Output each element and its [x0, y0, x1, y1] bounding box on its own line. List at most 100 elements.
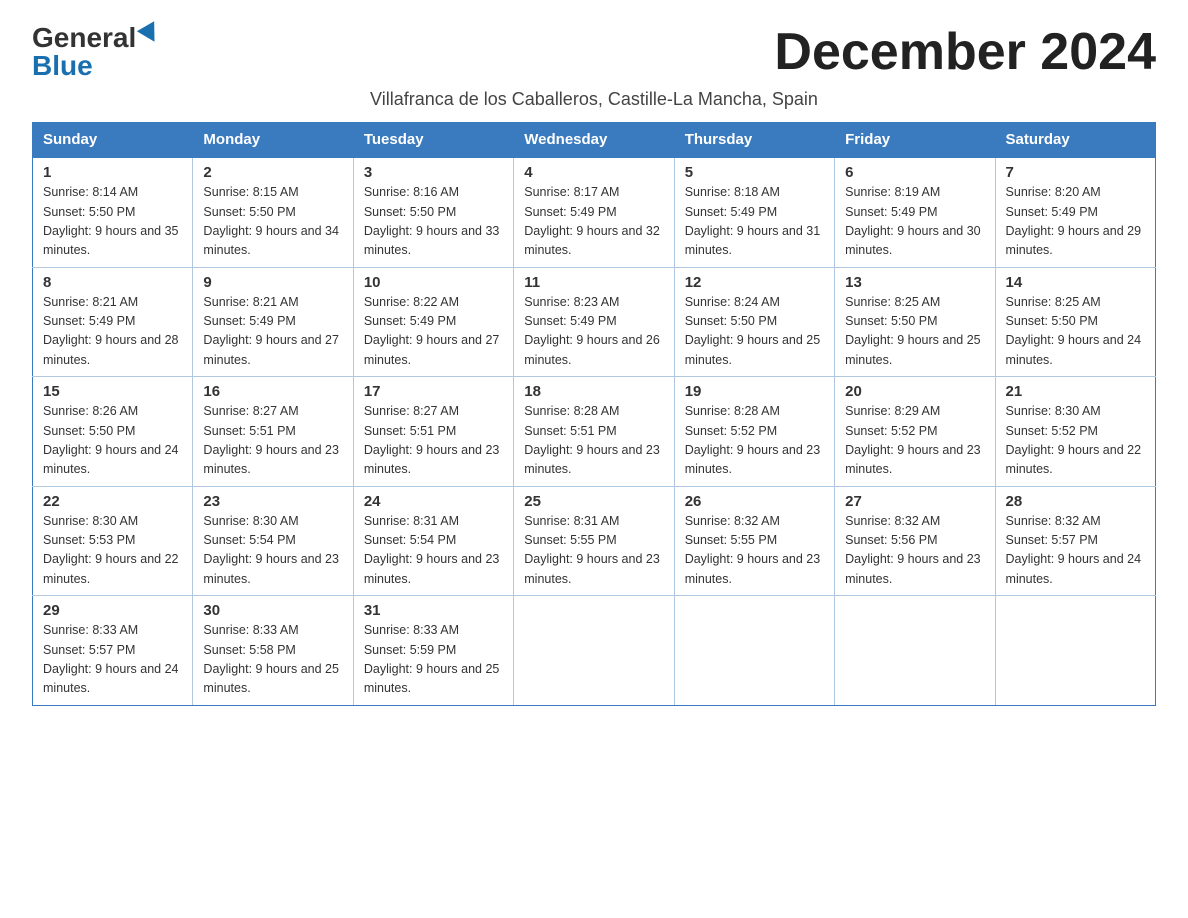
- calendar-cell-week4-day6: 28 Sunrise: 8:32 AMSunset: 5:57 PMDaylig…: [995, 486, 1155, 596]
- calendar-cell-week2-day2: 10 Sunrise: 8:22 AMSunset: 5:49 PMDaylig…: [353, 267, 513, 377]
- logo: General Blue: [32, 24, 160, 80]
- calendar-cell-week5-day5: [835, 596, 995, 706]
- calendar-cell-week4-day3: 25 Sunrise: 8:31 AMSunset: 5:55 PMDaylig…: [514, 486, 674, 596]
- day-info: Sunrise: 8:31 AMSunset: 5:55 PMDaylight:…: [524, 514, 660, 586]
- calendar-week-row-4: 22 Sunrise: 8:30 AMSunset: 5:53 PMDaylig…: [33, 486, 1156, 596]
- month-title: December 2024: [774, 24, 1156, 81]
- day-number: 4: [524, 164, 663, 181]
- logo-blue-text: Blue: [32, 52, 93, 80]
- logo-triangle-icon: [137, 21, 163, 47]
- day-info: Sunrise: 8:29 AMSunset: 5:52 PMDaylight:…: [845, 404, 981, 476]
- day-info: Sunrise: 8:31 AMSunset: 5:54 PMDaylight:…: [364, 514, 500, 586]
- calendar-cell-week3-day3: 18 Sunrise: 8:28 AMSunset: 5:51 PMDaylig…: [514, 377, 674, 487]
- calendar-cell-week2-day0: 8 Sunrise: 8:21 AMSunset: 5:49 PMDayligh…: [33, 267, 193, 377]
- day-info: Sunrise: 8:32 AMSunset: 5:55 PMDaylight:…: [685, 514, 821, 586]
- day-number: 17: [364, 383, 503, 400]
- day-info: Sunrise: 8:17 AMSunset: 5:49 PMDaylight:…: [524, 185, 660, 257]
- day-number: 10: [364, 274, 503, 291]
- day-info: Sunrise: 8:27 AMSunset: 5:51 PMDaylight:…: [203, 404, 339, 476]
- calendar-cell-week2-day5: 13 Sunrise: 8:25 AMSunset: 5:50 PMDaylig…: [835, 267, 995, 377]
- calendar-cell-week4-day4: 26 Sunrise: 8:32 AMSunset: 5:55 PMDaylig…: [674, 486, 834, 596]
- day-number: 30: [203, 602, 342, 619]
- calendar-cell-week4-day5: 27 Sunrise: 8:32 AMSunset: 5:56 PMDaylig…: [835, 486, 995, 596]
- calendar-table: Sunday Monday Tuesday Wednesday Thursday…: [32, 122, 1156, 706]
- day-info: Sunrise: 8:20 AMSunset: 5:49 PMDaylight:…: [1006, 185, 1142, 257]
- day-info: Sunrise: 8:25 AMSunset: 5:50 PMDaylight:…: [845, 295, 981, 367]
- day-number: 22: [43, 493, 182, 510]
- calendar-cell-week4-day0: 22 Sunrise: 8:30 AMSunset: 5:53 PMDaylig…: [33, 486, 193, 596]
- day-info: Sunrise: 8:21 AMSunset: 5:49 PMDaylight:…: [43, 295, 179, 367]
- day-info: Sunrise: 8:33 AMSunset: 5:59 PMDaylight:…: [364, 623, 500, 695]
- day-number: 7: [1006, 164, 1145, 181]
- day-number: 13: [845, 274, 984, 291]
- day-number: 14: [1006, 274, 1145, 291]
- calendar-week-row-3: 15 Sunrise: 8:26 AMSunset: 5:50 PMDaylig…: [33, 377, 1156, 487]
- calendar-cell-week5-day2: 31 Sunrise: 8:33 AMSunset: 5:59 PMDaylig…: [353, 596, 513, 706]
- col-header-wednesday: Wednesday: [514, 123, 674, 158]
- calendar-cell-week3-day0: 15 Sunrise: 8:26 AMSunset: 5:50 PMDaylig…: [33, 377, 193, 487]
- day-number: 21: [1006, 383, 1145, 400]
- day-info: Sunrise: 8:33 AMSunset: 5:58 PMDaylight:…: [203, 623, 339, 695]
- calendar-cell-week4-day2: 24 Sunrise: 8:31 AMSunset: 5:54 PMDaylig…: [353, 486, 513, 596]
- day-number: 6: [845, 164, 984, 181]
- calendar-cell-week3-day4: 19 Sunrise: 8:28 AMSunset: 5:52 PMDaylig…: [674, 377, 834, 487]
- calendar-cell-week1-day1: 2 Sunrise: 8:15 AMSunset: 5:50 PMDayligh…: [193, 157, 353, 267]
- col-header-saturday: Saturday: [995, 123, 1155, 158]
- calendar-cell-week5-day3: [514, 596, 674, 706]
- col-header-thursday: Thursday: [674, 123, 834, 158]
- day-info: Sunrise: 8:30 AMSunset: 5:52 PMDaylight:…: [1006, 404, 1142, 476]
- day-number: 31: [364, 602, 503, 619]
- day-number: 27: [845, 493, 984, 510]
- day-info: Sunrise: 8:32 AMSunset: 5:56 PMDaylight:…: [845, 514, 981, 586]
- day-number: 5: [685, 164, 824, 181]
- calendar-week-row-1: 1 Sunrise: 8:14 AMSunset: 5:50 PMDayligh…: [33, 157, 1156, 267]
- day-info: Sunrise: 8:30 AMSunset: 5:53 PMDaylight:…: [43, 514, 179, 586]
- page-header: General Blue December 2024: [32, 24, 1156, 81]
- day-number: 11: [524, 274, 663, 291]
- calendar-week-row-2: 8 Sunrise: 8:21 AMSunset: 5:49 PMDayligh…: [33, 267, 1156, 377]
- day-info: Sunrise: 8:32 AMSunset: 5:57 PMDaylight:…: [1006, 514, 1142, 586]
- calendar-header-row: Sunday Monday Tuesday Wednesday Thursday…: [33, 123, 1156, 158]
- calendar-cell-week1-day2: 3 Sunrise: 8:16 AMSunset: 5:50 PMDayligh…: [353, 157, 513, 267]
- day-info: Sunrise: 8:21 AMSunset: 5:49 PMDaylight:…: [203, 295, 339, 367]
- calendar-cell-week3-day2: 17 Sunrise: 8:27 AMSunset: 5:51 PMDaylig…: [353, 377, 513, 487]
- calendar-cell-week1-day4: 5 Sunrise: 8:18 AMSunset: 5:49 PMDayligh…: [674, 157, 834, 267]
- day-number: 8: [43, 274, 182, 291]
- day-number: 26: [685, 493, 824, 510]
- day-info: Sunrise: 8:15 AMSunset: 5:50 PMDaylight:…: [203, 185, 339, 257]
- day-info: Sunrise: 8:14 AMSunset: 5:50 PMDaylight:…: [43, 185, 179, 257]
- day-number: 16: [203, 383, 342, 400]
- day-info: Sunrise: 8:30 AMSunset: 5:54 PMDaylight:…: [203, 514, 339, 586]
- calendar-cell-week2-day3: 11 Sunrise: 8:23 AMSunset: 5:49 PMDaylig…: [514, 267, 674, 377]
- day-info: Sunrise: 8:28 AMSunset: 5:52 PMDaylight:…: [685, 404, 821, 476]
- day-info: Sunrise: 8:23 AMSunset: 5:49 PMDaylight:…: [524, 295, 660, 367]
- day-number: 18: [524, 383, 663, 400]
- day-number: 15: [43, 383, 182, 400]
- day-info: Sunrise: 8:28 AMSunset: 5:51 PMDaylight:…: [524, 404, 660, 476]
- calendar-cell-week3-day1: 16 Sunrise: 8:27 AMSunset: 5:51 PMDaylig…: [193, 377, 353, 487]
- col-header-tuesday: Tuesday: [353, 123, 513, 158]
- day-number: 25: [524, 493, 663, 510]
- calendar-cell-week2-day1: 9 Sunrise: 8:21 AMSunset: 5:49 PMDayligh…: [193, 267, 353, 377]
- calendar-cell-week1-day5: 6 Sunrise: 8:19 AMSunset: 5:49 PMDayligh…: [835, 157, 995, 267]
- logo-general-text: General: [32, 24, 136, 52]
- calendar-cell-week5-day6: [995, 596, 1155, 706]
- calendar-week-row-5: 29 Sunrise: 8:33 AMSunset: 5:57 PMDaylig…: [33, 596, 1156, 706]
- day-number: 1: [43, 164, 182, 181]
- calendar-cell-week3-day6: 21 Sunrise: 8:30 AMSunset: 5:52 PMDaylig…: [995, 377, 1155, 487]
- calendar-cell-week5-day0: 29 Sunrise: 8:33 AMSunset: 5:57 PMDaylig…: [33, 596, 193, 706]
- calendar-cell-week2-day4: 12 Sunrise: 8:24 AMSunset: 5:50 PMDaylig…: [674, 267, 834, 377]
- col-header-monday: Monday: [193, 123, 353, 158]
- day-number: 23: [203, 493, 342, 510]
- day-info: Sunrise: 8:19 AMSunset: 5:49 PMDaylight:…: [845, 185, 981, 257]
- col-header-friday: Friday: [835, 123, 995, 158]
- day-info: Sunrise: 8:33 AMSunset: 5:57 PMDaylight:…: [43, 623, 179, 695]
- day-number: 20: [845, 383, 984, 400]
- calendar-cell-week5-day1: 30 Sunrise: 8:33 AMSunset: 5:58 PMDaylig…: [193, 596, 353, 706]
- calendar-cell-week1-day0: 1 Sunrise: 8:14 AMSunset: 5:50 PMDayligh…: [33, 157, 193, 267]
- day-number: 24: [364, 493, 503, 510]
- col-header-sunday: Sunday: [33, 123, 193, 158]
- day-number: 9: [203, 274, 342, 291]
- calendar-cell-week2-day6: 14 Sunrise: 8:25 AMSunset: 5:50 PMDaylig…: [995, 267, 1155, 377]
- calendar-cell-week5-day4: [674, 596, 834, 706]
